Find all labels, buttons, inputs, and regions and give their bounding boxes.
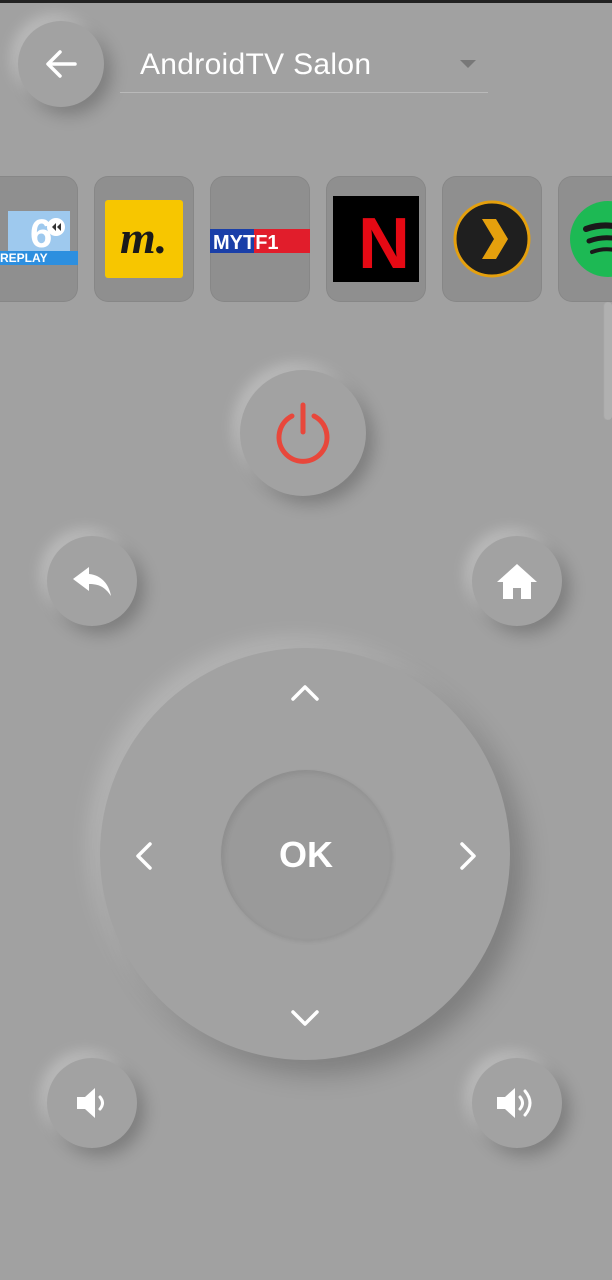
molotov-logo: m. bbox=[104, 199, 184, 279]
chevron-right-icon bbox=[459, 841, 477, 871]
return-button[interactable] bbox=[47, 536, 137, 626]
app-tile-spotify[interactable] bbox=[558, 176, 612, 302]
chevron-down-icon bbox=[290, 1009, 320, 1027]
svg-text:REPLAY: REPLAY bbox=[0, 251, 48, 265]
power-icon bbox=[273, 402, 333, 464]
spotify-logo bbox=[568, 199, 612, 279]
return-icon bbox=[71, 565, 113, 597]
mytf1-logo: MYTF1 bbox=[210, 217, 310, 261]
dpad: OK bbox=[100, 648, 510, 1060]
dpad-up-button[interactable] bbox=[280, 668, 330, 718]
dpad-left-button[interactable] bbox=[119, 831, 169, 881]
app-tile-m6-replay[interactable]: 6 REPLAY bbox=[0, 176, 78, 302]
volume-up-button[interactable] bbox=[472, 1058, 562, 1148]
app-tile-plex[interactable] bbox=[442, 176, 542, 302]
ok-label: OK bbox=[279, 834, 333, 875]
apps-row[interactable]: 6 REPLAY m. MYTF1 N bbox=[0, 0, 612, 320]
svg-text:m.: m. bbox=[120, 212, 167, 263]
home-button[interactable] bbox=[472, 536, 562, 626]
plex-logo bbox=[452, 199, 532, 279]
dpad-down-button[interactable] bbox=[280, 993, 330, 1043]
chevron-left-icon bbox=[135, 841, 153, 871]
svg-text:MYTF1: MYTF1 bbox=[213, 232, 279, 254]
dpad-right-button[interactable] bbox=[443, 831, 493, 881]
app-tile-netflix[interactable]: N bbox=[326, 176, 426, 302]
svg-text:6: 6 bbox=[30, 212, 52, 256]
m6-replay-logo: 6 REPLAY bbox=[0, 207, 78, 271]
netflix-logo: N bbox=[333, 196, 419, 282]
home-icon bbox=[495, 562, 539, 600]
ok-button[interactable]: OK bbox=[221, 770, 391, 940]
app-tile-mytf1[interactable]: MYTF1 bbox=[210, 176, 310, 302]
volume-down-icon bbox=[75, 1085, 109, 1121]
volume-up-icon bbox=[495, 1084, 539, 1122]
app-tile-molotov[interactable]: m. bbox=[94, 176, 194, 302]
chevron-up-icon bbox=[290, 684, 320, 702]
volume-down-button[interactable] bbox=[47, 1058, 137, 1148]
scrollbar[interactable] bbox=[603, 302, 612, 420]
power-button[interactable] bbox=[240, 370, 366, 496]
svg-text:N: N bbox=[358, 204, 410, 282]
